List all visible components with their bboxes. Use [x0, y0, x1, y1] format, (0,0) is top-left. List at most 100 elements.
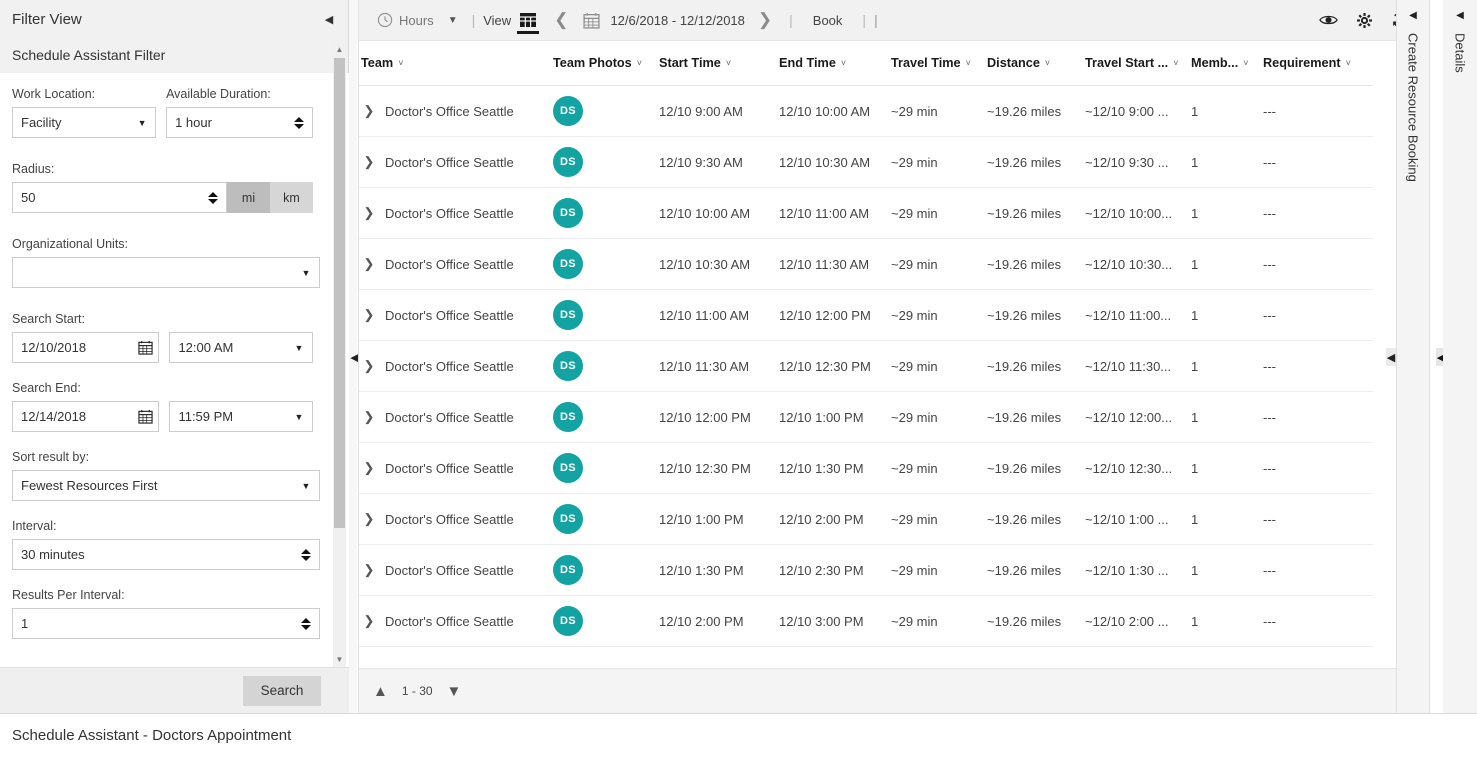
book-button[interactable]: Book: [801, 13, 855, 28]
chevron-right-icon[interactable]: ❯: [361, 358, 377, 374]
create-resource-booking-tab[interactable]: Create Resource Booking: [1406, 33, 1421, 182]
cell-end-time: 12/10 12:30 PM: [777, 340, 889, 392]
avatar[interactable]: DS: [553, 504, 583, 534]
search-end-date-input[interactable]: 12/14/2018: [12, 401, 160, 432]
avatar[interactable]: DS: [553, 96, 583, 126]
table-row[interactable]: ❯ Doctor's Office Seattle DS 12/10 12:00 PM…: [359, 391, 1373, 443]
chevron-up-icon[interactable]: ▲: [373, 683, 388, 700]
search-start-time-select[interactable]: 12:00 AM ▼: [169, 332, 313, 363]
scrollbar-thumb[interactable]: [334, 58, 345, 528]
column-label: Team: [361, 56, 394, 70]
search-end-time-select[interactable]: 11:59 PM ▼: [169, 401, 313, 432]
filter-panel-scrollbar[interactable]: ▲ ▼: [333, 42, 346, 667]
column-header-requirement[interactable]: Requirement ˅: [1261, 41, 1373, 86]
results-per-interval-stepper[interactable]: 1: [12, 608, 320, 639]
chevron-right-icon[interactable]: ❯: [361, 460, 377, 476]
radius-stepper[interactable]: 50: [12, 182, 228, 213]
chevron-right-icon[interactable]: ❯: [361, 205, 377, 221]
table-row[interactable]: ❯ Doctor's Office Seattle DS 12/10 10:30 AM…: [359, 238, 1373, 290]
cell-end-time: 12/10 1:00 PM: [777, 391, 889, 443]
chevron-right-icon[interactable]: ❯: [361, 154, 377, 170]
avatar[interactable]: DS: [553, 402, 583, 432]
cell-start-time: 12/10 1:00 PM: [657, 493, 777, 545]
work-location-select[interactable]: Facility ▼: [12, 107, 157, 138]
date-range-label[interactable]: 12/6/2018 - 12/12/2018: [606, 13, 748, 28]
eye-icon[interactable]: [1319, 13, 1338, 27]
chevron-right-icon[interactable]: ❯: [361, 511, 377, 527]
column-header-end-time[interactable]: End Time ˅: [777, 41, 889, 86]
cell-members: 1: [1189, 85, 1261, 137]
chevron-right-icon[interactable]: ❯: [361, 103, 377, 119]
triangle-left-icon[interactable]: ◀: [320, 10, 338, 28]
triangle-left-icon[interactable]: ◀: [1456, 10, 1464, 21]
available-duration-stepper[interactable]: 1 hour: [166, 107, 313, 138]
spinner-arrows-icon[interactable]: [286, 116, 312, 129]
results-panel-collapse-grip[interactable]: ◀: [1386, 348, 1396, 366]
avatar[interactable]: DS: [553, 606, 583, 636]
chevron-right-icon[interactable]: ❯: [749, 10, 781, 30]
chevron-right-icon[interactable]: ❯: [361, 562, 377, 578]
radius-unit-km-button[interactable]: km: [270, 182, 314, 213]
organizational-units-select[interactable]: ▼: [12, 257, 320, 288]
cell-travel-start: ~12/10 11:30...: [1083, 340, 1189, 392]
column-header-team[interactable]: Team ˅: [359, 41, 551, 86]
column-header-travel-start[interactable]: Travel Start ... ˅: [1083, 41, 1189, 86]
avatar[interactable]: DS: [553, 249, 583, 279]
table-row[interactable]: ❯ Doctor's Office Seattle DS 12/10 2:00 PM 1…: [359, 595, 1373, 647]
column-header-travel-time[interactable]: Travel Time ˅: [889, 41, 985, 86]
chevron-right-icon[interactable]: ❯: [361, 307, 377, 323]
cell-travel-start: ~12/10 10:30...: [1083, 238, 1189, 290]
cell-travel-start: ~12/10 10:00...: [1083, 187, 1189, 239]
search-button[interactable]: Search: [243, 675, 321, 706]
scroll-down-icon[interactable]: ▼: [333, 652, 346, 667]
grid-view-icon[interactable]: [511, 0, 545, 41]
cell-team: ❯ Doctor's Office Seattle: [359, 136, 551, 188]
chevron-right-icon[interactable]: ❯: [361, 409, 377, 425]
chevron-down-icon: ▼: [447, 14, 458, 26]
spinner-arrows-icon[interactable]: [293, 617, 319, 630]
column-header-members[interactable]: Memb... ˅: [1189, 41, 1261, 86]
calendar-icon[interactable]: [132, 409, 158, 424]
table-row[interactable]: ❯ Doctor's Office Seattle DS 12/10 1:00 PM 1…: [359, 493, 1373, 545]
avatar[interactable]: DS: [553, 351, 583, 381]
column-header-start-time[interactable]: Start Time ˅: [657, 41, 777, 86]
table-row[interactable]: ❯ Doctor's Office Seattle DS 12/10 1:30 PM 1…: [359, 544, 1373, 596]
table-row[interactable]: ❯ Doctor's Office Seattle DS 12/10 9:30 AM 1…: [359, 136, 1373, 188]
sort-result-by-select[interactable]: Fewest Resources First ▼: [12, 470, 320, 501]
avatar[interactable]: DS: [553, 147, 583, 177]
column-header-distance[interactable]: Distance ˅: [985, 41, 1083, 86]
calendar-icon[interactable]: [132, 340, 158, 355]
cell-members: 1: [1189, 136, 1261, 188]
chevron-down-icon[interactable]: ▼: [447, 683, 462, 700]
calendar-icon[interactable]: [577, 12, 606, 29]
avatar[interactable]: DS: [553, 300, 583, 330]
cell-team: ❯ Doctor's Office Seattle: [359, 442, 551, 494]
column-header-team-photos[interactable]: Team Photos ˅: [551, 41, 657, 86]
avatar[interactable]: DS: [553, 555, 583, 585]
hours-dropdown[interactable]: Hours ▼: [371, 0, 464, 41]
interval-label: Interval:: [12, 519, 57, 533]
radius-value: 50: [21, 190, 36, 205]
cell-travel-start: ~12/10 9:30 ...: [1083, 136, 1189, 188]
avatar[interactable]: DS: [553, 198, 583, 228]
radius-unit-mi-button[interactable]: mi: [227, 182, 271, 213]
spinner-arrows-icon[interactable]: [293, 548, 319, 561]
table-row[interactable]: ❯ Doctor's Office Seattle DS 12/10 9:00 AM 1…: [359, 85, 1373, 137]
interval-stepper[interactable]: 30 minutes: [12, 539, 320, 570]
chevron-right-icon[interactable]: ❯: [361, 256, 377, 272]
scroll-up-icon[interactable]: ▲: [333, 42, 346, 57]
chevron-left-icon[interactable]: ❮: [545, 10, 577, 30]
details-tab[interactable]: Details: [1453, 33, 1468, 73]
search-start-date-input[interactable]: 12/10/2018: [12, 332, 160, 363]
triangle-left-icon[interactable]: ◀: [1409, 10, 1417, 21]
team-name: Doctor's Office Seattle: [385, 154, 514, 170]
table-row[interactable]: ❯ Doctor's Office Seattle DS 12/10 11:30 AM…: [359, 340, 1373, 392]
results-toolbar: Hours ▼ | View ❮ 12/6/2018 - 12/12/2018 …: [359, 0, 1429, 41]
spinner-arrows-icon[interactable]: [200, 191, 226, 204]
gear-icon[interactable]: [1356, 12, 1373, 29]
table-row[interactable]: ❯ Doctor's Office Seattle DS 12/10 11:00 AM…: [359, 289, 1373, 341]
chevron-right-icon[interactable]: ❯: [361, 613, 377, 629]
table-row[interactable]: ❯ Doctor's Office Seattle DS 12/10 10:00 AM…: [359, 187, 1373, 239]
avatar[interactable]: DS: [553, 453, 583, 483]
table-row[interactable]: ❯ Doctor's Office Seattle DS 12/10 12:30 PM…: [359, 442, 1373, 494]
